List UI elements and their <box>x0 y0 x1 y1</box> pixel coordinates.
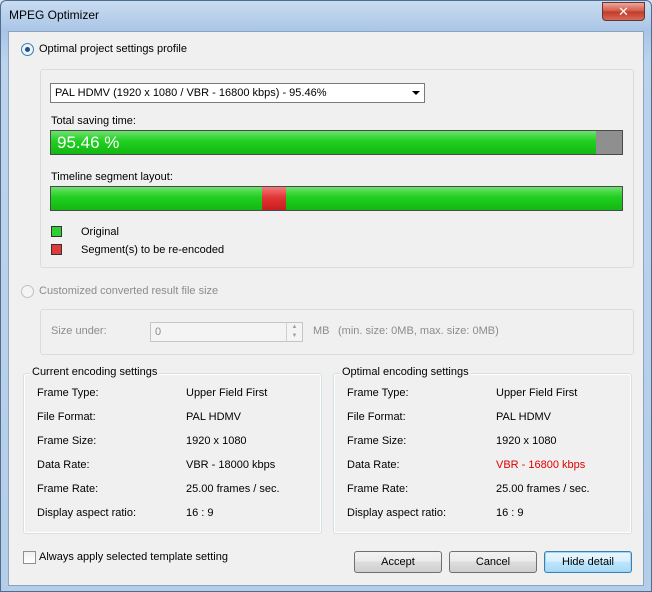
close-button[interactable]: ✕ <box>602 2 645 21</box>
optimal-row-label: Frame Rate: <box>347 483 409 495</box>
current-row-value: Upper Field First <box>186 387 268 399</box>
current-row-label: Frame Type: <box>37 387 99 399</box>
legend-reencode-swatch <box>51 244 62 255</box>
current-row-value: PAL HDMV <box>186 411 242 423</box>
accept-button[interactable]: Accept <box>354 551 442 573</box>
profile-panel: PAL HDMV (1920 x 1080 / VBR - 16800 kbps… <box>40 69 634 268</box>
current-row-value: 16 : 9 <box>186 507 214 519</box>
dialog-body: Optimal project settings profile PAL HDM… <box>8 31 644 586</box>
optimal-row-value: 16 : 9 <box>496 507 524 519</box>
saving-time-fill <box>51 131 597 154</box>
saving-time-bar: 95.46 % <box>50 130 623 155</box>
size-unit-label: MB <box>313 325 330 337</box>
legend-original-label: Original <box>81 226 119 238</box>
saving-time-label: Total saving time: <box>51 115 136 127</box>
current-row-value: 25.00 frames / sec. <box>186 483 280 495</box>
optimal-profile-radio[interactable] <box>21 43 34 56</box>
close-icon: ✕ <box>618 4 629 19</box>
chevron-down-icon[interactable] <box>412 91 420 95</box>
optimal-profile-label[interactable]: Optimal project settings profile <box>39 43 187 55</box>
mpeg-optimizer-window: MPEG Optimizer ✕ Optimal project setting… <box>0 0 652 592</box>
optimal-row-value: 1920 x 1080 <box>496 435 557 447</box>
size-under-input[interactable]: 0 ▲ ▼ <box>150 322 303 342</box>
optimal-row-value: Upper Field First <box>496 387 578 399</box>
reencode-segment <box>262 187 287 210</box>
current-row-label: Frame Rate: <box>37 483 99 495</box>
profile-select-value: PAL HDMV (1920 x 1080 / VBR - 16800 kbps… <box>55 87 327 99</box>
optimal-settings-title: Optimal encoding settings <box>340 366 471 378</box>
timeline-bar <box>50 186 623 211</box>
optimal-data-rate-value: VBR - 16800 kbps <box>496 459 586 471</box>
legend-reencode-label: Segment(s) to be re-encoded <box>81 244 225 256</box>
stepper-up-icon[interactable]: ▲ <box>287 323 302 332</box>
current-row-label: Frame Size: <box>37 435 97 447</box>
optimal-row-label: Frame Size: <box>347 435 407 447</box>
size-stepper[interactable]: ▲ ▼ <box>286 323 302 341</box>
current-row-value: VBR - 18000 kbps <box>186 459 276 471</box>
optimal-row-label: Frame Type: <box>347 387 409 399</box>
timeline-original-fill <box>51 187 622 210</box>
optimal-row-label: Display aspect ratio: <box>347 507 447 519</box>
current-settings-title: Current encoding settings <box>30 366 160 378</box>
cancel-button[interactable]: Cancel <box>449 551 537 573</box>
custom-size-radio[interactable] <box>21 285 34 298</box>
always-apply-label[interactable]: Always apply selected template setting <box>39 551 228 563</box>
window-title: MPEG Optimizer <box>9 8 100 22</box>
profile-select[interactable]: PAL HDMV (1920 x 1080 / VBR - 16800 kbps… <box>50 83 425 103</box>
current-row-value: 1920 x 1080 <box>186 435 247 447</box>
custom-size-panel: Size under: 0 ▲ ▼ MB (min. size: 0MB, ma… <box>40 309 634 355</box>
optimal-row-label: Data Rate: <box>347 459 400 471</box>
saving-time-value: 95.46 % <box>57 133 120 152</box>
legend-original-swatch <box>51 226 62 237</box>
optimal-row-value: PAL HDMV <box>496 411 552 423</box>
current-row-label: File Format: <box>37 411 96 423</box>
size-under-label: Size under: <box>51 325 107 337</box>
hide-detail-button[interactable]: Hide detail <box>544 551 632 573</box>
title-bar[interactable]: MPEG Optimizer ✕ <box>1 1 651 31</box>
stepper-down-icon[interactable]: ▼ <box>287 332 302 341</box>
timeline-label: Timeline segment layout: <box>51 171 173 183</box>
current-row-label: Data Rate: <box>37 459 90 471</box>
custom-size-label[interactable]: Customized converted result file size <box>39 285 218 297</box>
optimal-row-label: File Format: <box>347 411 406 423</box>
always-apply-checkbox[interactable] <box>23 551 36 564</box>
size-hint: (min. size: 0MB, max. size: 0MB) <box>338 325 499 337</box>
size-under-value: 0 <box>155 326 162 338</box>
optimal-row-value: 25.00 frames / sec. <box>496 483 590 495</box>
current-row-label: Display aspect ratio: <box>37 507 137 519</box>
